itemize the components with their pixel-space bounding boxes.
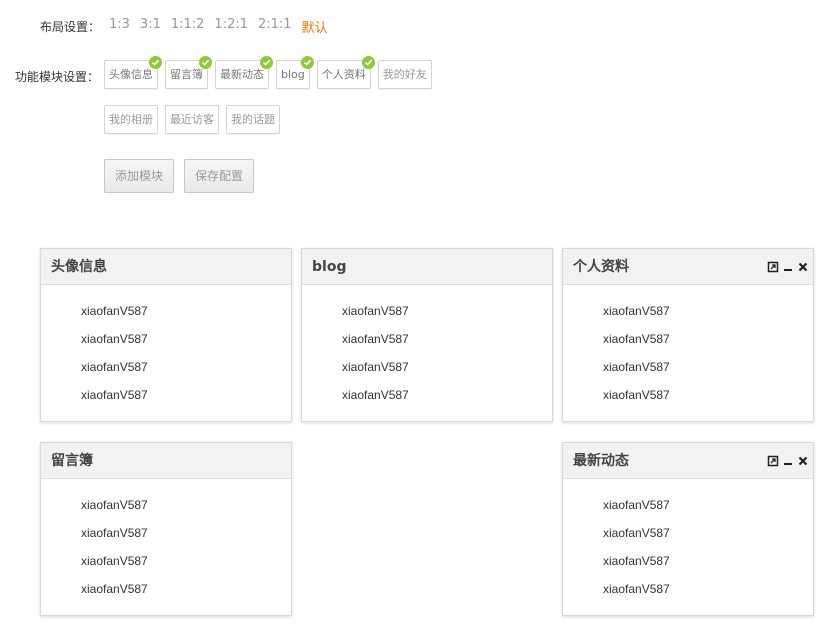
check-icon [260, 56, 273, 69]
layout-option-1-1-2[interactable]: 1:1:2 [171, 17, 205, 36]
list-item: xiaofanV587 [603, 388, 670, 402]
list-item: xiaofanV587 [603, 332, 670, 346]
layout-option-default[interactable]: 默认 [302, 17, 328, 36]
list-item: xiaofanV587 [81, 526, 148, 540]
save-config-button[interactable]: 保存配置 [184, 159, 254, 193]
layout-options: 1:3 3:1 1:1:2 1:2:1 2:1:1 默认 [109, 17, 338, 36]
module-setting-label: 功能模块设置： [15, 70, 100, 84]
list-item: xiaofanV587 [603, 526, 670, 540]
list-item: xiaofanV587 [81, 360, 148, 374]
panel-body: xiaofanV587 xiaofanV587 xiaofanV587 xiaofan… [563, 479, 813, 614]
list-item: xiaofanV587 [342, 388, 409, 402]
list-item: xiaofanV587 [342, 360, 409, 374]
layout-option-1-3[interactable]: 1:3 [109, 17, 130, 36]
module-button[interactable]: 留言簿 [165, 56, 212, 89]
list-item: xiaofanV587 [81, 554, 148, 568]
panel-header[interactable]: 个人资料 [563, 249, 813, 285]
layout-setting-label: 布局设置： [40, 20, 101, 34]
check-icon [199, 56, 212, 69]
layout-option-3-1[interactable]: 3:1 [140, 17, 161, 36]
panel-title: 留言簿 [51, 453, 93, 469]
action-bar: 添加模块 保存配置 [104, 159, 264, 193]
restore-icon[interactable] [767, 455, 779, 467]
list-item: xiaofanV587 [81, 304, 148, 318]
panel-body: xiaofanV587 xiaofanV587 xiaofanV587 xiaofan… [41, 285, 291, 420]
module-button[interactable]: blog [276, 56, 314, 89]
close-icon[interactable] [797, 261, 809, 273]
layout-option-1-2-1[interactable]: 1:2:1 [214, 17, 248, 36]
list-item: xiaofanV587 [81, 582, 148, 596]
panel-tools [764, 455, 809, 467]
close-icon[interactable] [797, 455, 809, 467]
list-item: xiaofanV587 [81, 388, 148, 402]
check-icon [361, 56, 375, 69]
minimize-icon[interactable] [782, 455, 794, 467]
panel-profile: 个人资料 xiaofanV587 xiaofanV587 xiaofanV587 xia… [562, 248, 814, 422]
list-item: xiaofanV587 [603, 498, 670, 512]
panel-latest-news: 最新动态 xiaofanV587 xiaofanV587 xiaofanV587 xia… [562, 442, 814, 616]
panel-header[interactable]: 最新动态 [563, 443, 813, 479]
panel-avatar-info: 头像信息 xiaofanV587 xiaofanV587 xiaofanV587 xia… [40, 248, 292, 422]
module-button[interactable]: 最新动态 [215, 56, 273, 89]
list-item: xiaofanV587 [603, 554, 670, 568]
list-item: xiaofanV587 [342, 304, 409, 318]
module-button[interactable]: 头像信息 [104, 56, 162, 89]
check-icon [300, 56, 314, 69]
layout-option-2-1-1[interactable]: 2:1:1 [258, 17, 292, 36]
panel-title: blog [312, 259, 347, 275]
module-button-label: 头像信息 [109, 68, 153, 81]
panel-body: xiaofanV587 xiaofanV587 xiaofanV587 xiaofan… [41, 479, 291, 614]
minimize-icon[interactable] [782, 261, 794, 273]
panel-title: 最新动态 [573, 453, 629, 469]
panel-header[interactable]: blog [302, 249, 552, 285]
panel-body: xiaofanV587 xiaofanV587 xiaofanV587 xiaofan… [302, 285, 552, 420]
module-button-label: 我的话题 [231, 113, 275, 126]
panel-tools [764, 261, 809, 273]
list-item: xiaofanV587 [603, 304, 670, 318]
panel-title: 个人资料 [573, 259, 629, 275]
panel-title: 头像信息 [51, 259, 107, 275]
module-button[interactable]: 我的相册 [104, 105, 158, 134]
module-button[interactable]: 我的话题 [226, 105, 280, 134]
module-list-row-2: 我的相册 最近访客 我的话题 [104, 105, 287, 134]
module-button-label: 最新动态 [220, 68, 264, 81]
module-button[interactable]: 个人资料 [316, 56, 375, 89]
list-item: xiaofanV587 [603, 582, 670, 596]
module-button[interactable]: 我的好友 [377, 60, 432, 89]
panel-blog: blog xiaofanV587 xiaofanV587 xiaofanV587 xia… [301, 248, 553, 422]
panel-body: xiaofanV587 xiaofanV587 xiaofanV587 xiaofan… [563, 285, 813, 420]
module-button-label: 我的好友 [382, 68, 427, 81]
restore-icon[interactable] [767, 261, 779, 273]
panel-header[interactable]: 留言簿 [41, 443, 291, 479]
panel-guestbook: 留言簿 xiaofanV587 xiaofanV587 xiaofanV587 xiao… [40, 442, 292, 616]
module-button-label: 留言簿 [170, 68, 203, 81]
list-item: xiaofanV587 [81, 498, 148, 512]
list-item: xiaofanV587 [342, 332, 409, 346]
module-button[interactable]: 最近访客 [165, 105, 219, 134]
add-module-button[interactable]: 添加模块 [104, 159, 174, 193]
module-button-label: 个人资料 [321, 68, 366, 81]
module-list-row-1: 头像信息 留言簿 最新动态 blog 个人资料 我的好友 [104, 56, 439, 89]
list-item: xiaofanV587 [81, 332, 148, 346]
module-button-label: 我的相册 [109, 113, 153, 126]
panel-header[interactable]: 头像信息 [41, 249, 291, 285]
check-icon [149, 56, 162, 69]
module-button-label: blog [281, 68, 305, 81]
list-item: xiaofanV587 [603, 360, 670, 374]
module-button-label: 最近访客 [170, 113, 214, 126]
